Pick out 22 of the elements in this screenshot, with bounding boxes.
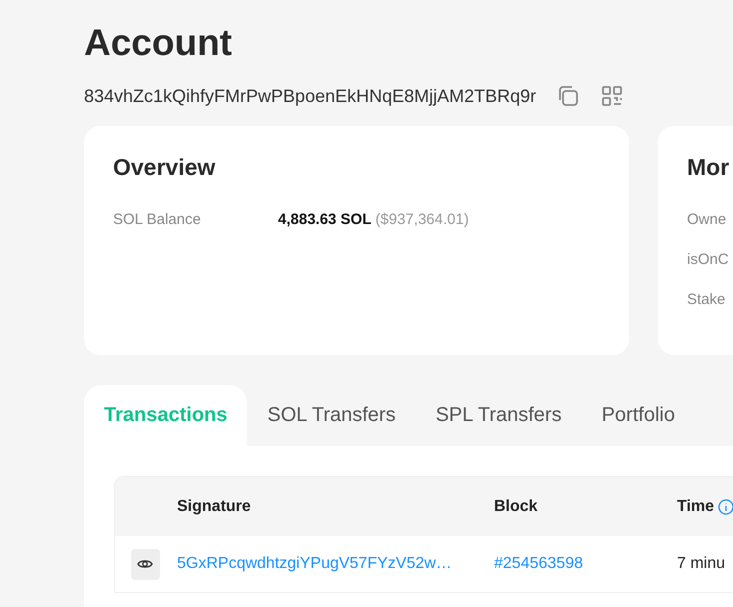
usd-value: ($937,364.01) bbox=[375, 211, 469, 228]
view-button[interactable] bbox=[130, 548, 160, 580]
card-title: Overview bbox=[113, 154, 216, 181]
tab[interactable]: SOL Transfers bbox=[247, 385, 416, 446]
field-label: SOL Balance bbox=[113, 211, 202, 228]
field-label: Owne bbox=[687, 211, 728, 228]
page-title: Account bbox=[84, 21, 233, 65]
copy-icon[interactable] bbox=[556, 84, 580, 108]
balance-value: 4,883.63 SOL bbox=[278, 211, 372, 228]
column-header: Time bbox=[677, 498, 714, 516]
qr-code-icon[interactable] bbox=[600, 84, 624, 108]
field-label: Stake bbox=[687, 291, 726, 308]
field-label: isOnC bbox=[687, 251, 730, 268]
tab[interactable]: SPL Transfers bbox=[416, 385, 582, 446]
account-address: 834vhZc1kQihfyFMrPwPBpoenEkHNqE8MjjAM2TBRq9r bbox=[84, 86, 536, 106]
info-icon[interactable] bbox=[718, 498, 733, 514]
tab[interactable]: Portfolio bbox=[582, 385, 695, 446]
eye-icon bbox=[137, 558, 153, 570]
card-title: Mor bbox=[687, 154, 730, 181]
column-header: Block bbox=[494, 498, 538, 514]
column-header: Signature bbox=[177, 498, 251, 514]
time-cell: 7 minu bbox=[677, 555, 726, 573]
